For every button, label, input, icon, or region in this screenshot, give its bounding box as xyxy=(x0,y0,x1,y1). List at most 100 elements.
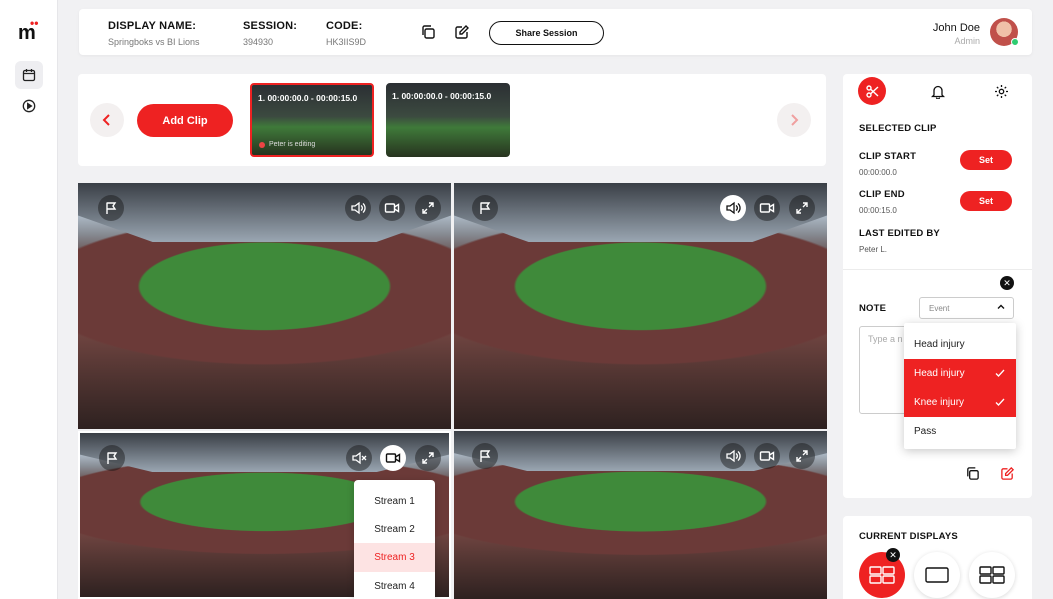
tab-notifications[interactable] xyxy=(924,77,952,105)
expand-button[interactable] xyxy=(415,195,441,221)
code-field: CODE: HK3IIS9D xyxy=(326,20,366,47)
remove-display-button[interactable]: ✕ xyxy=(886,548,900,562)
tab-settings[interactable] xyxy=(987,77,1015,105)
close-icon: ✕ xyxy=(1003,277,1011,288)
code-value: HK3IIS9D xyxy=(326,37,367,47)
current-displays-panel: CURRENT DISPLAYS ✕ xyxy=(843,516,1032,599)
editing-indicator: Peter is editing xyxy=(259,141,315,148)
layout-single-button[interactable] xyxy=(914,552,960,598)
flag-button[interactable] xyxy=(99,445,125,471)
copy-button[interactable] xyxy=(420,24,438,42)
online-status-dot xyxy=(1011,38,1019,46)
stream-option-3[interactable]: Stream 3 xyxy=(354,543,435,572)
volume-button[interactable] xyxy=(720,195,746,221)
calendar-nav-button[interactable] xyxy=(15,61,43,89)
volume-icon xyxy=(726,449,741,463)
chevron-up-icon xyxy=(997,304,1005,309)
avatar[interactable] xyxy=(990,18,1019,46)
app-logo[interactable]: m •• xyxy=(18,16,38,45)
flag-icon xyxy=(480,450,491,462)
event-option-knee-injury[interactable]: Knee injury xyxy=(904,388,1016,417)
video-stream-2[interactable] xyxy=(454,183,827,429)
chevron-right-icon xyxy=(791,114,799,126)
copy-note-button[interactable] xyxy=(965,466,980,486)
share-session-button[interactable]: Share Session xyxy=(489,21,604,45)
camera-button[interactable] xyxy=(380,445,406,471)
mute-button[interactable] xyxy=(346,445,372,471)
video-stream-1[interactable] xyxy=(78,183,451,429)
close-icon: ✕ xyxy=(889,549,897,560)
layout-quad-button[interactable] xyxy=(969,552,1015,598)
clip-thumbnail[interactable]: 1. 00:00:00.0 - 00:00:15.0 Peter is edit… xyxy=(250,83,374,157)
edit-icon xyxy=(455,25,469,39)
edit-note-button[interactable] xyxy=(1000,466,1015,486)
volume-button[interactable] xyxy=(720,443,746,469)
expand-button[interactable] xyxy=(789,195,815,221)
video-stream-4[interactable] xyxy=(454,431,827,599)
single-layout-icon xyxy=(925,567,949,583)
event-option-head-injury-selected[interactable]: Head injury xyxy=(904,359,1016,388)
event-select-placeholder: Event xyxy=(929,303,950,313)
expand-icon xyxy=(422,452,434,464)
stream-option-1[interactable]: Stream 1 xyxy=(354,487,435,515)
play-circle-icon xyxy=(22,99,36,113)
clip-thumbnail[interactable]: 1. 00:00:00.0 - 00:00:15.0 xyxy=(386,83,510,157)
user-role: Admin xyxy=(954,36,980,46)
flag-button[interactable] xyxy=(98,195,124,221)
expand-button[interactable] xyxy=(415,445,441,471)
edit-button[interactable] xyxy=(454,24,472,42)
stream-dropdown-menu: Stream 1 Stream 2 Stream 3 Stream 4 xyxy=(354,480,435,599)
bell-icon xyxy=(931,85,945,99)
scissors-icon xyxy=(865,84,878,98)
last-edited-value: Peter L. xyxy=(859,245,888,254)
code-label: CODE: xyxy=(326,20,363,32)
set-clip-start-button[interactable]: Set xyxy=(960,150,1012,170)
flag-button[interactable] xyxy=(472,443,498,469)
video-camera-icon xyxy=(759,451,775,461)
stream-option-4[interactable]: Stream 4 xyxy=(354,572,435,599)
expand-icon xyxy=(422,202,434,214)
stream-option-2[interactable]: Stream 2 xyxy=(354,515,435,543)
clip-start-label: CLIP START xyxy=(859,151,917,162)
flag-icon xyxy=(480,202,491,214)
copy-icon xyxy=(422,25,435,39)
chevron-left-icon xyxy=(102,114,110,126)
clip-end-value: 00:00:15.0 xyxy=(859,206,897,215)
playback-nav-button[interactable] xyxy=(15,92,43,120)
volume-icon xyxy=(726,201,741,215)
clip-start-value: 00:00:00.0 xyxy=(859,168,897,177)
close-note-button[interactable]: ✕ xyxy=(1000,276,1014,290)
event-select[interactable]: Event xyxy=(919,297,1014,319)
grid-layout-icon xyxy=(979,566,1005,584)
flag-button[interactable] xyxy=(472,195,498,221)
event-option-head-injury[interactable]: Head injury xyxy=(904,330,1016,359)
camera-button[interactable] xyxy=(754,443,780,469)
tab-clip-editor[interactable] xyxy=(858,77,886,105)
clip-time-label: 1. 00:00:00.0 - 00:00:15.0 xyxy=(392,91,492,101)
video-camera-icon xyxy=(384,203,400,213)
edit-icon xyxy=(1001,466,1015,480)
next-clips-button[interactable] xyxy=(777,103,811,137)
gear-icon xyxy=(994,84,1008,98)
check-icon xyxy=(995,369,1005,377)
session-header: DISPLAY NAME: Springboks vs BI Lions SES… xyxy=(79,9,1032,55)
clip-bar: Add Clip 1. 00:00:00.0 - 00:00:15.0 Pete… xyxy=(78,74,826,166)
add-clip-button[interactable]: Add Clip xyxy=(137,104,233,137)
note-placeholder: Type a n xyxy=(868,334,903,344)
set-clip-end-button[interactable]: Set xyxy=(960,191,1012,211)
event-option-pass[interactable]: Pass xyxy=(904,417,1016,446)
camera-button[interactable] xyxy=(754,195,780,221)
flag-icon xyxy=(106,202,117,214)
event-dropdown-menu: Head injury Head injury Knee injury Pass xyxy=(904,323,1016,449)
editing-text: Peter is editing xyxy=(269,141,316,148)
previous-clips-button[interactable] xyxy=(90,103,124,137)
camera-button[interactable] xyxy=(379,195,405,221)
flag-icon xyxy=(107,452,118,464)
session-value: 394930 xyxy=(243,37,274,47)
expand-button[interactable] xyxy=(789,443,815,469)
video-camera-icon xyxy=(385,453,401,463)
user-name: John Doe xyxy=(932,22,980,34)
copy-icon xyxy=(967,467,979,480)
display-name-field: DISPLAY NAME: Springboks vs BI Lions xyxy=(108,20,200,47)
volume-button[interactable] xyxy=(345,195,371,221)
